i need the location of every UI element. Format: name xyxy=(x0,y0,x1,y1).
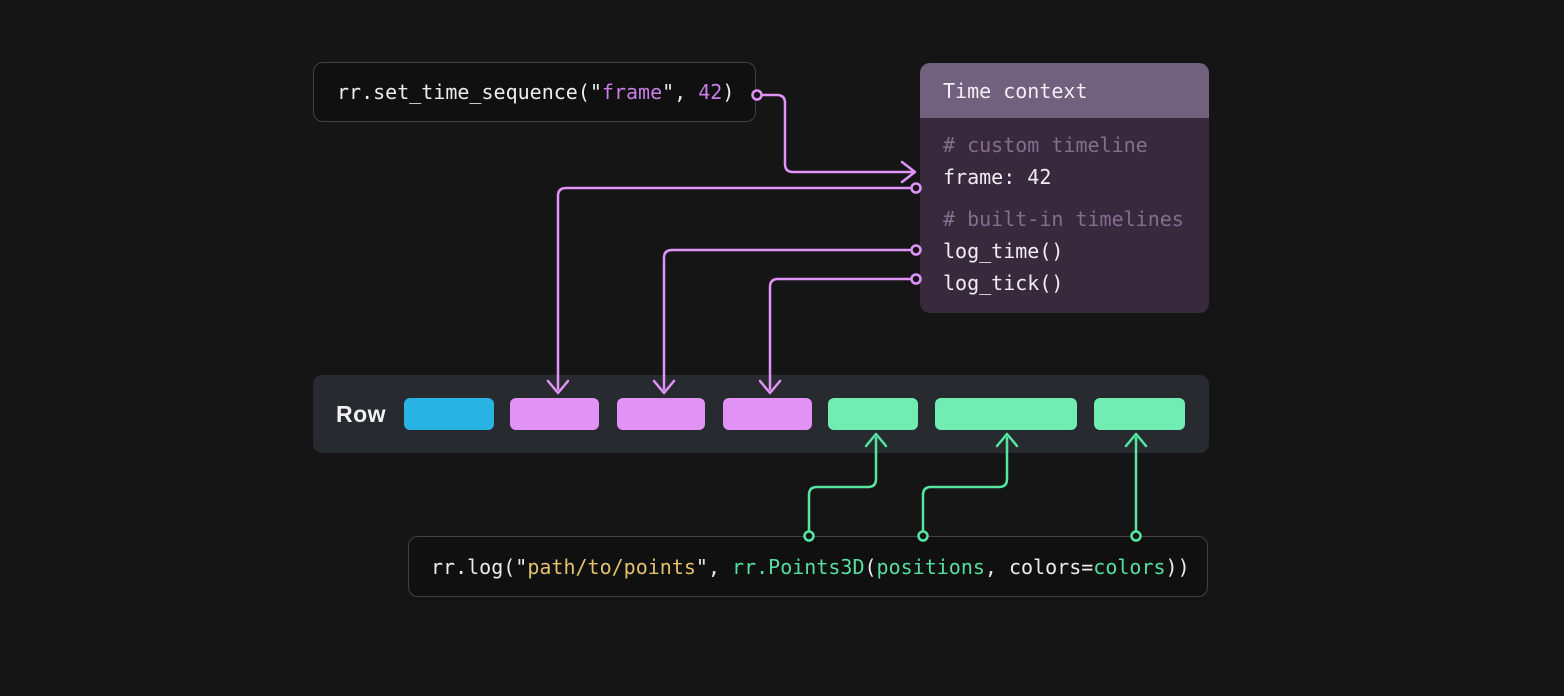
connector-logtime-to-block3 xyxy=(654,246,921,394)
code-token: ( xyxy=(864,555,876,579)
log-tick-line: log_tick() xyxy=(943,271,1063,295)
code-token: )) xyxy=(1166,555,1190,579)
code-token: rr.set_time_sequence(" xyxy=(337,80,602,104)
code-token: ) xyxy=(722,80,734,104)
code-token-number: 42 xyxy=(698,80,722,104)
set-time-sequence-code: rr.set_time_sequence("frame", 42) xyxy=(337,82,734,102)
code-token-colors: colors xyxy=(1093,555,1165,579)
row-block-green-5 xyxy=(828,398,918,430)
frame-42-line: frame: 42 xyxy=(943,165,1051,189)
builtin-timelines-comment: # built-in timelines xyxy=(943,207,1184,231)
code-token: ", xyxy=(696,555,732,579)
row-block-blue-1 xyxy=(404,398,494,430)
log-code-box: rr.log("path/to/points", rr.Points3D(pos… xyxy=(408,536,1208,597)
code-token: , colors= xyxy=(985,555,1093,579)
time-context-header: Time context xyxy=(920,63,1209,118)
row-block-purple-4 xyxy=(723,398,812,430)
row-bar: Row xyxy=(313,375,1209,453)
row-label: Row xyxy=(336,375,386,453)
code-token-string: frame xyxy=(602,80,662,104)
code-token-path-string: path/to/points xyxy=(527,555,696,579)
code-token: ", xyxy=(662,80,698,104)
connector-frame-to-block2 xyxy=(548,184,921,394)
code-token-points3d: rr.Points3D xyxy=(732,555,864,579)
time-context-title: Time context xyxy=(943,79,1088,103)
diagram-canvas: rr.set_time_sequence("frame", 42) Time c… xyxy=(0,0,1564,696)
log-time-line: log_time() xyxy=(943,239,1063,263)
time-context-panel: Time context # custom timeline frame: 42… xyxy=(920,63,1209,313)
log-code: rr.log("path/to/points", rr.Points3D(pos… xyxy=(431,557,1190,577)
arrowhead-right xyxy=(902,162,915,182)
row-block-green-7 xyxy=(1094,398,1185,430)
connector-settime-to-frame xyxy=(753,91,916,183)
code-token-positions: positions xyxy=(877,555,985,579)
set-time-sequence-code-box: rr.set_time_sequence("frame", 42) xyxy=(313,62,756,122)
custom-timeline-comment: # custom timeline xyxy=(943,133,1148,157)
row-block-green-6 xyxy=(935,398,1077,430)
code-token: rr.log(" xyxy=(431,555,527,579)
row-block-purple-3 xyxy=(617,398,705,430)
row-block-purple-2 xyxy=(510,398,599,430)
